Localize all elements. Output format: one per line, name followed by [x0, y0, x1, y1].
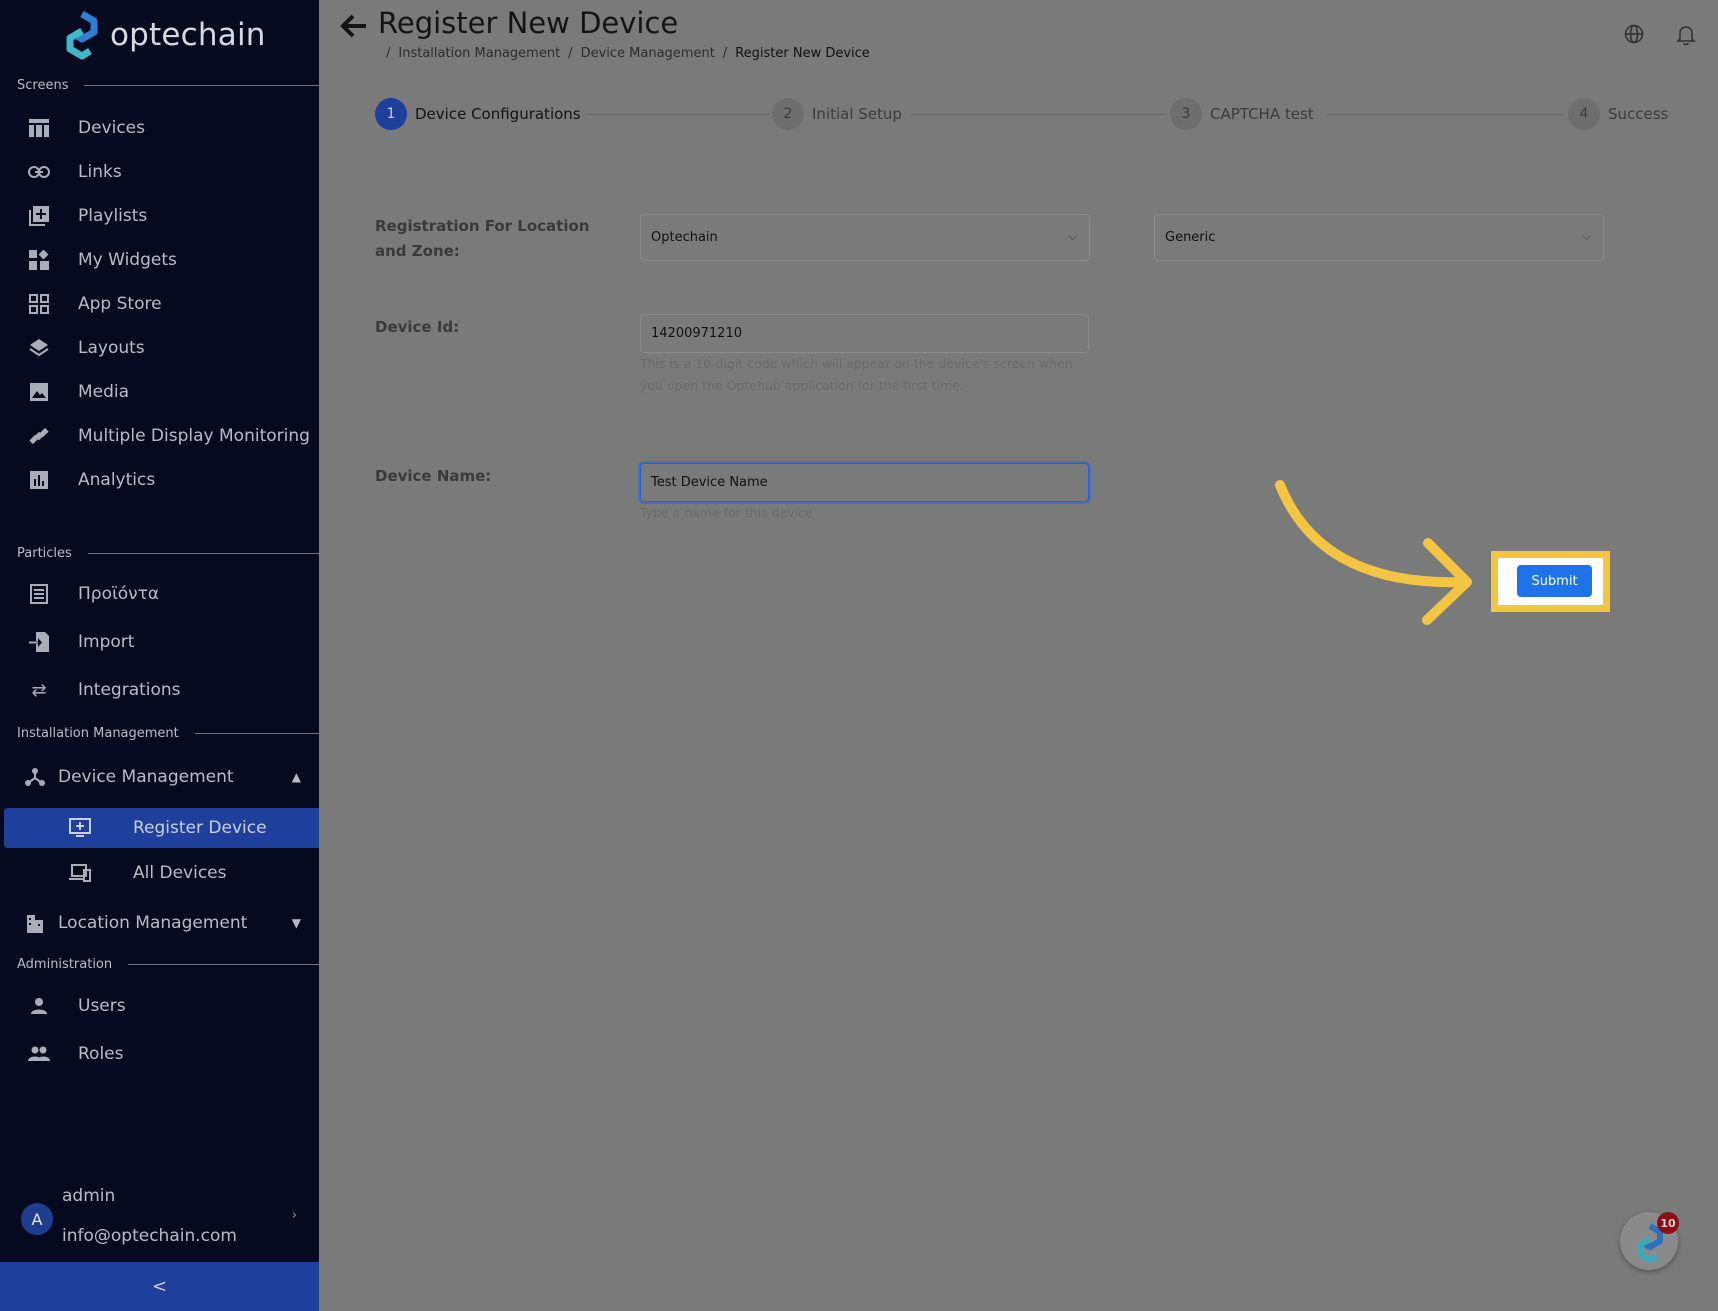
section-installation-management: Installation Management [17, 726, 319, 741]
breadcrumb-current: Register New Device [735, 46, 870, 61]
sidebar-item-multiple-display-monitoring[interactable]: Multiple Display Monitoring [0, 415, 319, 457]
sidebar-item-device-management[interactable]: Device Management ▲ [0, 756, 319, 798]
sidebar-item-links[interactable]: Links [0, 151, 319, 193]
zone-select[interactable]: Generic ⌵ [1154, 214, 1604, 261]
link-icon [28, 161, 50, 183]
buildings-icon [24, 912, 46, 934]
page-title: Register New Device [378, 6, 679, 40]
globe-icon[interactable] [1624, 24, 1646, 46]
breadcrumb-installation-management[interactable]: Installation Management [398, 46, 560, 61]
collapse-sidebar-button[interactable]: < [0, 1262, 319, 1311]
sidebar-item-all-devices[interactable]: All Devices [0, 852, 319, 894]
app-logo[interactable]: optechain [60, 8, 266, 62]
stepper: 1 Device Configurations 2 Initial Setup … [375, 98, 1668, 132]
satellite-icon [28, 425, 50, 447]
sidebar-item-roles[interactable]: Roles [0, 1033, 319, 1075]
submit-button[interactable]: Submit [1517, 565, 1592, 597]
playlist-add-icon [28, 205, 50, 227]
chevron-up-icon: ▲ [291, 770, 301, 784]
step-connector [910, 114, 1167, 115]
user-email: info@optechain.com [62, 1226, 237, 1246]
device-name-label: Device Name: [375, 467, 492, 485]
device-name-help: Type a name for this device [640, 505, 813, 520]
sidebar-item-users[interactable]: Users [0, 985, 319, 1027]
chevron-down-icon: ⌵ [1581, 229, 1591, 243]
sidebar-item-media[interactable]: Media [0, 371, 319, 413]
app-grid-icon [28, 293, 50, 315]
location-select[interactable]: Optechain ⌵ [640, 214, 1090, 261]
add-screen-icon [69, 817, 91, 839]
person-icon [28, 995, 50, 1017]
image-icon [28, 381, 50, 403]
widgets-icon [28, 249, 50, 271]
device-id-help: This is a 10-digit code which will appea… [640, 356, 1073, 393]
section-particles: Particles [17, 546, 319, 561]
user-profile[interactable]: A admin info@optechain.com › [0, 1180, 319, 1256]
device-name-input[interactable]: Test Device Name [640, 463, 1089, 502]
table-icon [28, 117, 50, 139]
sidebar-item-app-store[interactable]: App Store [0, 283, 319, 325]
sidebar-item-playlists[interactable]: Playlists [0, 195, 319, 237]
chevron-left-icon: < [151, 1276, 168, 1297]
bar-chart-icon [28, 469, 50, 491]
section-screens: Screens [17, 78, 319, 93]
sidebar-item-import[interactable]: Import [0, 621, 319, 663]
step-3: 3 CAPTCHA test [1170, 98, 1314, 130]
layers-icon [28, 337, 50, 359]
notification-badge: 10 [1657, 1212, 1679, 1234]
sidebar-item-devices[interactable]: Devices [0, 107, 319, 149]
device-id-label: Device Id: [375, 318, 460, 336]
swap-arrows-icon: ⇄ [31, 679, 47, 701]
user-name: admin [62, 1186, 116, 1206]
chevron-down-icon: ⌵ [1067, 229, 1077, 243]
bell-icon[interactable] [1676, 24, 1698, 46]
import-file-icon [28, 631, 50, 653]
people-icon [28, 1043, 50, 1065]
header-actions [1624, 24, 1698, 46]
breadcrumb: / Installation Management / Device Manag… [386, 46, 870, 61]
sidebar-item-integrations[interactable]: ⇄ Integrations [0, 669, 319, 711]
breadcrumb-device-management[interactable]: Device Management [581, 46, 715, 61]
avatar: A [21, 1203, 53, 1235]
sidebar-item-layouts[interactable]: Layouts [0, 327, 319, 369]
callout-arrow-icon [1275, 480, 1472, 625]
step-2: 2 Initial Setup [772, 98, 902, 130]
section-administration: Administration [17, 957, 319, 972]
sidebar-item-products[interactable]: Προϊόντα [0, 573, 319, 615]
devices-icon [69, 862, 91, 884]
document-list-icon [28, 583, 50, 605]
step-1: 1 Device Configurations [375, 98, 581, 130]
chevron-right-icon: › [291, 1208, 297, 1223]
sidebar-item-analytics[interactable]: Analytics [0, 459, 319, 501]
back-arrow-icon[interactable] [336, 8, 372, 44]
step-4: 4 Success [1568, 98, 1668, 130]
sidebar-item-my-widgets[interactable]: My Widgets [0, 239, 319, 281]
optechain-logo-icon [66, 10, 98, 60]
step-connector [585, 114, 770, 115]
sidebar: optechain Screens Devices Links Playlist… [0, 0, 319, 1311]
chevron-down-icon: ▼ [291, 916, 301, 930]
location-zone-label: Registration For Location and Zone: [375, 217, 590, 260]
sidebar-item-register-device[interactable]: Register Device [4, 808, 319, 848]
app-name: optechain [110, 17, 266, 53]
hub-icon [24, 766, 46, 788]
step-connector [1326, 114, 1564, 115]
device-id-input[interactable]: 14200971210 [640, 314, 1089, 353]
sidebar-item-location-management[interactable]: Location Management ▼ [0, 902, 319, 944]
